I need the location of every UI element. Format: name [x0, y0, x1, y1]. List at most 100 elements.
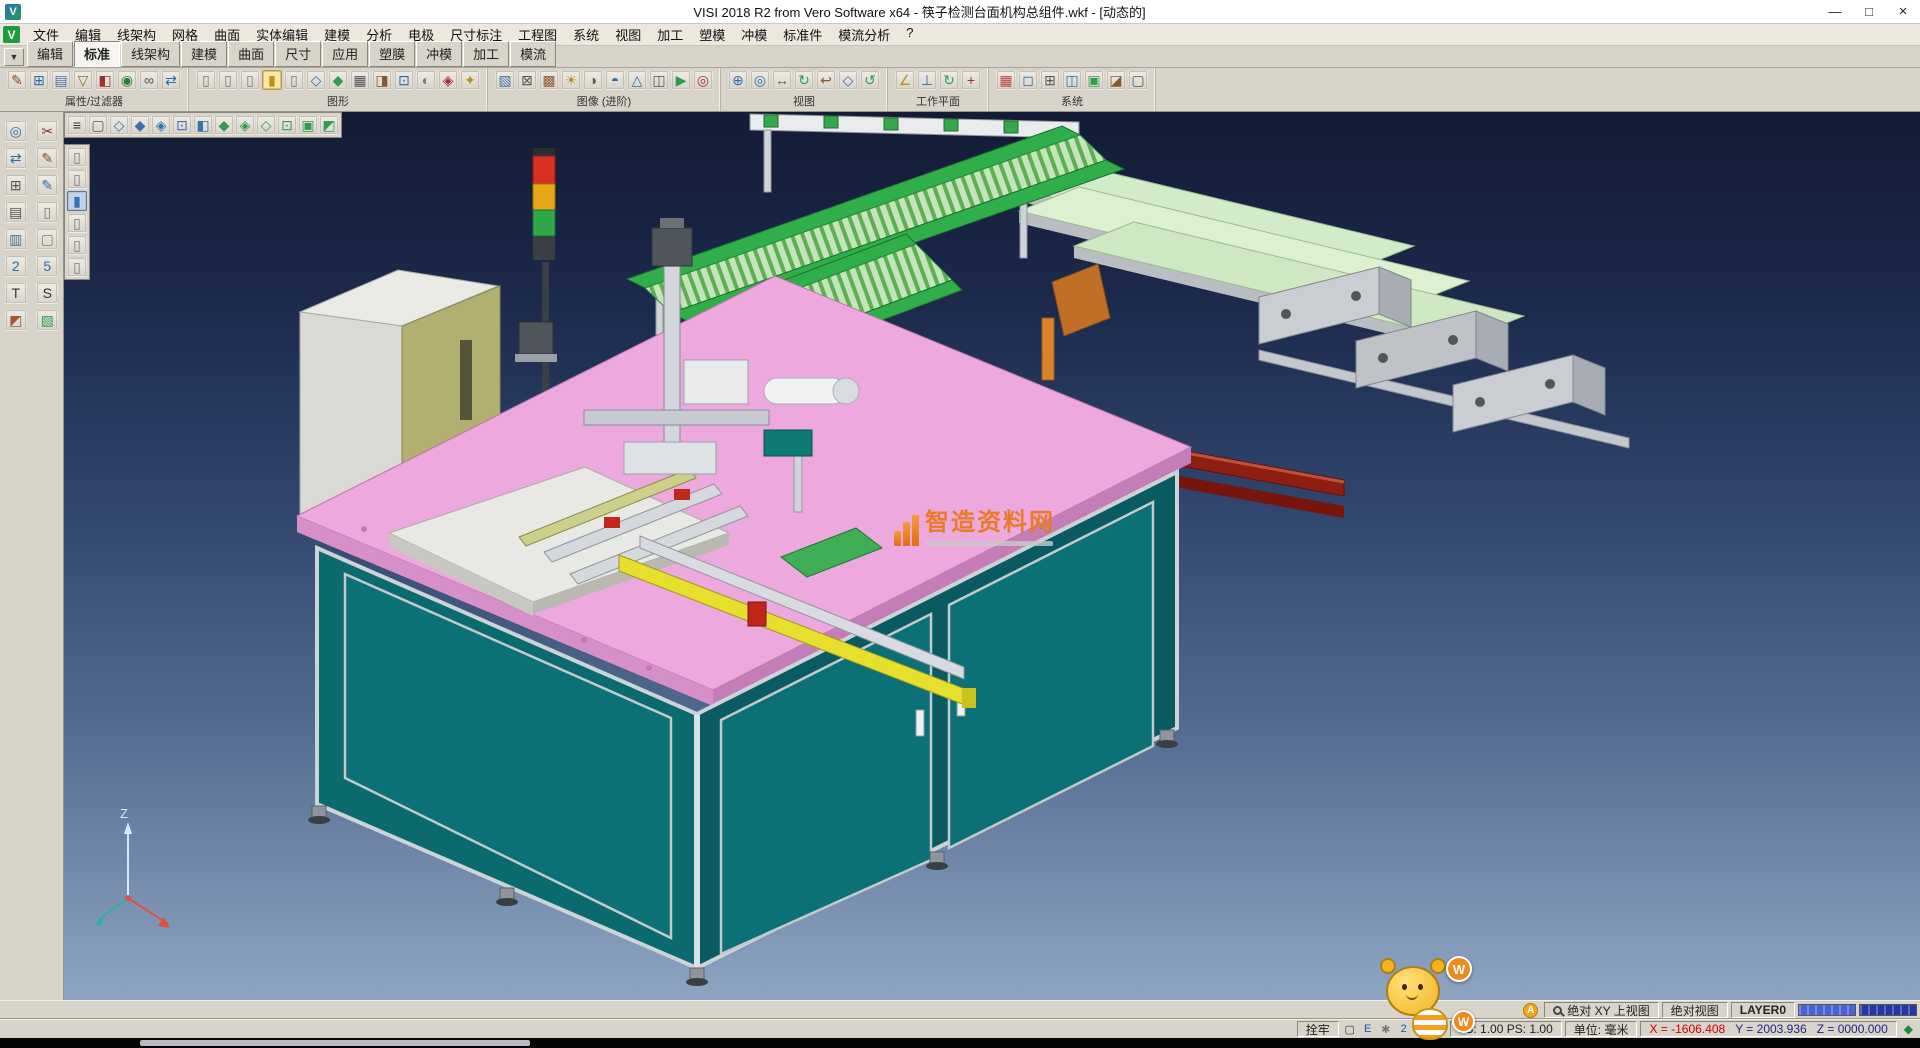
view-cube-back-icon[interactable]: ◧ [193, 115, 213, 135]
display-status-icon[interactable]: ▢ [1342, 1022, 1358, 1037]
pan-view-icon[interactable]: ↔ [772, 70, 792, 90]
tolerance-icon[interactable]: ▣ [1084, 70, 1104, 90]
close-button[interactable]: × [1886, 0, 1920, 23]
view-cube-side-icon[interactable]: ◈ [151, 115, 171, 135]
shadow-icon[interactable]: ◑ [583, 70, 603, 90]
view-cube-iso-icon[interactable]: ⊡ [172, 115, 192, 135]
menu-item-16[interactable]: 标准件 [775, 23, 830, 46]
highlight-icon[interactable]: ✦ [460, 70, 480, 90]
tab-10[interactable]: 模流 [510, 41, 556, 67]
shaded-mode-icon[interactable]: ◆ [328, 70, 348, 90]
line-style-icon[interactable]: ▯ [218, 70, 238, 90]
menu-item-18[interactable]: ? [898, 23, 921, 46]
tab-3[interactable]: 建模 [181, 41, 227, 67]
animation-icon[interactable]: ▶ [671, 70, 691, 90]
swap-filter-icon[interactable]: ⇄ [161, 70, 181, 90]
filter-point-icon[interactable]: ▯ [67, 213, 87, 233]
tab-9[interactable]: 加工 [463, 41, 509, 67]
layer-color-bar-2[interactable] [1859, 1004, 1917, 1016]
lock-toggle[interactable]: 拴牢 [1297, 1021, 1339, 1037]
layers-panel-icon[interactable]: ▥ [5, 228, 27, 250]
maximize-button[interactable]: □ [1852, 0, 1886, 23]
tab-4[interactable]: 曲面 [228, 41, 274, 67]
filter-solid-icon[interactable]: ▯ [67, 147, 87, 167]
layer-color-bar-1[interactable] [1798, 1004, 1856, 1016]
units-cell[interactable]: 单位: 毫米 [1565, 1021, 1638, 1037]
filter-dim-icon[interactable]: ▯ [67, 235, 87, 255]
workspace-icon[interactable]: ▢ [1128, 70, 1148, 90]
tab-0[interactable]: 编辑 [27, 41, 73, 67]
view-name-cell[interactable]: 绝对 XY 上视图 [1544, 1002, 1658, 1018]
stereo-icon[interactable]: ◫ [649, 70, 669, 90]
snap-settings-icon[interactable]: ◫ [1062, 70, 1082, 90]
menu-item-17[interactable]: 模流分析 [830, 23, 898, 46]
tab-dropdown-button[interactable]: ▼ [4, 48, 24, 66]
surface-tool-icon[interactable]: S [36, 282, 58, 304]
image-tool-icon[interactable]: ▧ [36, 309, 58, 331]
view-2d-icon[interactable]: 2 [5, 255, 27, 277]
view-shade-2-icon[interactable]: ◈ [235, 115, 255, 135]
filter-wire-icon[interactable]: ▮ [67, 191, 87, 211]
lighting-icon[interactable]: ☀ [561, 70, 581, 90]
view-shade-1-icon[interactable]: ◆ [214, 115, 234, 135]
viewport-3d[interactable]: ≡▢◇◆◈⊡◧◆◈◇⊡▣◩ ▯▯▮▯▯▯ 智造资料网 Z [64, 112, 1920, 1000]
background-icon[interactable]: ◓ [605, 70, 625, 90]
config-icon[interactable]: ◪ [1106, 70, 1126, 90]
cylinder-tool-icon[interactable]: ▯ [36, 201, 58, 223]
workplane-align-icon[interactable]: ⊥ [917, 70, 937, 90]
capture-icon[interactable]: ◎ [693, 70, 713, 90]
solid-style-icon[interactable]: ▯ [284, 70, 304, 90]
print-icon[interactable]: ▤ [5, 201, 27, 223]
tab-7[interactable]: 塑膜 [369, 41, 415, 67]
menu-item-11[interactable]: 系统 [565, 23, 607, 46]
material-icon[interactable]: ◈ [438, 70, 458, 90]
status-3d-icon[interactable]: ◆ [1900, 1021, 1917, 1037]
render-image-icon[interactable]: ▧ [495, 70, 515, 90]
move-icon[interactable]: ⇄ [5, 147, 27, 169]
tab-6[interactable]: 应用 [322, 41, 368, 67]
monitor-settings-icon[interactable]: ◻ [1018, 70, 1038, 90]
tab-1[interactable]: 标准 [74, 41, 120, 67]
view-cube-top-icon[interactable]: ◆ [130, 115, 150, 135]
point-style-icon[interactable]: ▯ [196, 70, 216, 90]
view-shade-5-icon[interactable]: ▣ [298, 115, 318, 135]
tab-8[interactable]: 冲模 [416, 41, 462, 67]
menu-item-13[interactable]: 加工 [649, 23, 691, 46]
view-shade-4-icon[interactable]: ⊡ [277, 115, 297, 135]
text-tool-icon[interactable]: T [5, 282, 27, 304]
filter-funnel-icon[interactable]: ▽ [73, 70, 93, 90]
a-badge-icon[interactable]: A [1523, 1003, 1538, 1018]
blank-tool-icon[interactable]: ▢ [36, 228, 58, 250]
view-shade-3-icon[interactable]: ◇ [256, 115, 276, 135]
palette-tool-icon[interactable]: ◩ [5, 309, 27, 331]
edit-geometry-icon[interactable]: ✎ [36, 174, 58, 196]
workplane-xy-icon[interactable]: ∠ [895, 70, 915, 90]
attribute-copy-icon[interactable]: ⊞ [29, 70, 49, 90]
filter-surface-icon[interactable]: ▯ [67, 169, 87, 189]
view-list-icon[interactable]: ≡ [67, 115, 87, 135]
sketch-icon[interactable]: ✎ [36, 147, 58, 169]
workplane-rotate-icon[interactable]: ↻ [939, 70, 959, 90]
view-shade-6-icon[interactable]: ◩ [319, 115, 339, 135]
rotate-view-icon[interactable]: ↻ [794, 70, 814, 90]
view-5-icon[interactable]: 5 [36, 255, 58, 277]
color-palette-icon[interactable]: ▦ [996, 70, 1016, 90]
workplane-new-icon[interactable]: + [961, 70, 981, 90]
refresh-view-icon[interactable]: ↺ [860, 70, 880, 90]
view-blank-icon[interactable]: ▢ [88, 115, 108, 135]
color-filter-icon[interactable]: ◧ [95, 70, 115, 90]
minimize-button[interactable]: — [1818, 0, 1852, 23]
texture-icon[interactable]: ▩ [539, 70, 559, 90]
perspective-icon[interactable]: △ [627, 70, 647, 90]
tab-5[interactable]: 尺寸 [275, 41, 321, 67]
absolute-view-cell[interactable]: 绝对视图 [1662, 1002, 1728, 1018]
snapshot-icon[interactable]: ⊠ [517, 70, 537, 90]
tab-2[interactable]: 线架构 [121, 41, 180, 67]
menu-item-15[interactable]: 冲模 [733, 23, 775, 46]
system-grid-icon[interactable]: ⊞ [1040, 70, 1060, 90]
transparency-icon[interactable]: ◐ [416, 70, 436, 90]
zoom-fit-icon[interactable]: ⊕ [728, 70, 748, 90]
layer-cell[interactable]: LAYER0 [1731, 1002, 1795, 1018]
iso-view-icon[interactable]: ◇ [838, 70, 858, 90]
menu-item-14[interactable]: 塑模 [691, 23, 733, 46]
